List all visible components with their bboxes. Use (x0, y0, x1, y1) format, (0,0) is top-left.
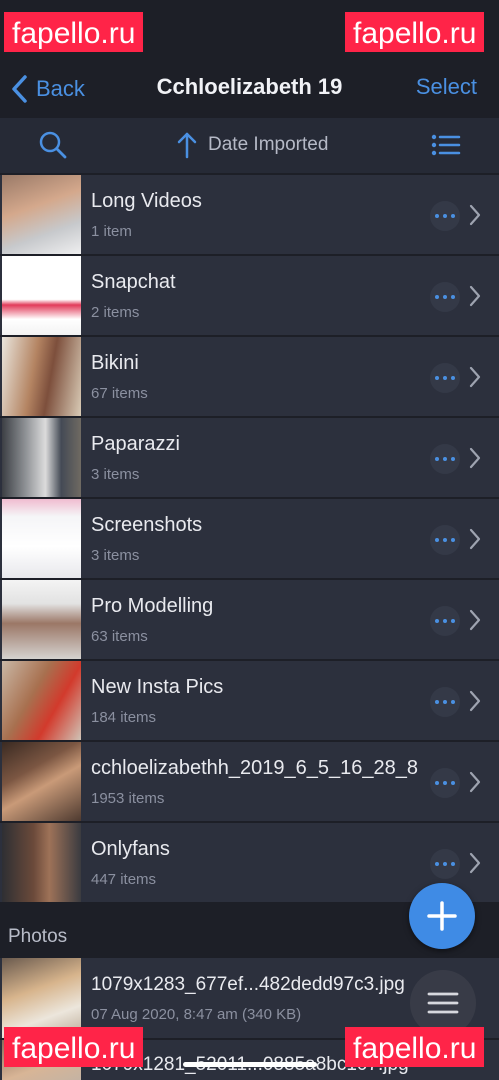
album-title: Long Videos (91, 190, 202, 212)
more-button[interactable] (430, 849, 460, 879)
album-row[interactable]: Snapchat 2 items (0, 256, 499, 337)
section-label: Photos (8, 926, 68, 947)
album-title: Onlyfans (91, 838, 170, 860)
album-row[interactable]: Paparazzi 3 items (0, 418, 499, 499)
more-icon (435, 214, 439, 218)
album-row[interactable]: Pro Modelling 63 items (0, 580, 499, 661)
navigation-bar: Back Cchloelizabeth 19 Select (0, 60, 499, 118)
album-title: Paparazzi (91, 433, 180, 455)
watermark: fapello.ru (4, 1027, 144, 1067)
album-thumbnail (2, 580, 81, 659)
album-row[interactable]: Long Videos 1 item (0, 175, 499, 256)
list-view-icon (431, 134, 461, 156)
album-title: Screenshots (91, 514, 203, 536)
album-count: 1953 items (91, 790, 165, 807)
more-button[interactable] (430, 606, 460, 636)
back-label: Back (36, 76, 85, 101)
toolbar: Date Imported (0, 118, 499, 173)
chevron-right-icon (469, 447, 481, 469)
album-thumbnail (2, 823, 81, 902)
album-count: 63 items (91, 628, 148, 645)
album-count: 3 items (91, 466, 140, 483)
watermark: fapello.ru (4, 12, 144, 52)
watermark: fapello.ru (345, 12, 485, 52)
plus-icon (427, 901, 457, 931)
chevron-right-icon (469, 528, 481, 550)
more-icon (435, 295, 439, 299)
more-button[interactable] (430, 201, 460, 231)
album-count: 447 items (91, 871, 157, 888)
add-button[interactable] (409, 883, 475, 949)
album-title: New Insta Pics (91, 676, 224, 698)
chevron-left-icon (12, 75, 27, 103)
more-button[interactable] (430, 444, 460, 474)
more-icon (435, 700, 439, 704)
more-button[interactable] (430, 768, 460, 798)
album-thumbnail (2, 742, 81, 821)
album-count: 1 item (91, 223, 132, 240)
more-button[interactable] (430, 525, 460, 555)
album-row[interactable]: cchloelizabethh_2019_6_5_16_28_8 1953 it… (0, 742, 499, 823)
more-button[interactable] (430, 282, 460, 312)
more-icon (435, 862, 439, 866)
more-icon (435, 538, 439, 542)
photo-filename: 1079x1283_677ef...482dedd97c3.jpg (91, 974, 405, 995)
album-count: 67 items (91, 385, 148, 402)
search-icon (39, 131, 67, 159)
album-title: cchloelizabethh_2019_6_5_16_28_8 (91, 757, 418, 779)
more-icon (435, 376, 439, 380)
select-button[interactable]: Select (416, 74, 477, 100)
album-thumbnail (2, 661, 81, 740)
album-thumbnail (2, 256, 81, 335)
photo-meta: 07 Aug 2020, 8:47 am (340 KB) (91, 1006, 302, 1023)
album-thumbnail (2, 337, 81, 416)
more-button[interactable] (430, 363, 460, 393)
album-count: 184 items (91, 709, 157, 726)
album-title: Pro Modelling (91, 595, 214, 617)
back-button[interactable]: Back (10, 72, 85, 106)
list-view-button[interactable] (430, 130, 462, 160)
sort-label: Date Imported (208, 134, 329, 155)
album-thumbnail (2, 175, 81, 254)
album-title: Snapchat (91, 271, 176, 293)
more-icon (435, 457, 439, 461)
more-icon (435, 619, 439, 623)
album-title: Bikini (91, 352, 139, 374)
album-row[interactable]: Bikini 67 items (0, 337, 499, 418)
sort-arrow-icon (177, 132, 197, 159)
search-button[interactable] (38, 130, 68, 160)
chevron-right-icon (469, 285, 481, 307)
more-button[interactable] (430, 687, 460, 717)
chevron-right-icon (469, 771, 481, 793)
home-indicator (183, 1062, 317, 1067)
chevron-right-icon (469, 690, 481, 712)
watermark: fapello.ru (345, 1027, 485, 1067)
chevron-right-icon (469, 204, 481, 226)
album-thumbnail (2, 499, 81, 578)
sort-button[interactable]: Date Imported (176, 130, 328, 160)
photo-thumbnail (2, 958, 81, 1038)
chevron-right-icon (469, 366, 481, 388)
album-count: 3 items (91, 547, 140, 564)
album-row[interactable]: Screenshots 3 items (0, 499, 499, 580)
chevron-right-icon (469, 609, 481, 631)
more-icon (435, 781, 439, 785)
album-row[interactable]: New Insta Pics 184 items (0, 661, 499, 742)
album-count: 2 items (91, 304, 140, 321)
album-thumbnail (2, 418, 81, 497)
chevron-right-icon (469, 852, 481, 874)
album-list: Long Videos 1 item Snapchat 2 items Biki… (0, 175, 499, 904)
